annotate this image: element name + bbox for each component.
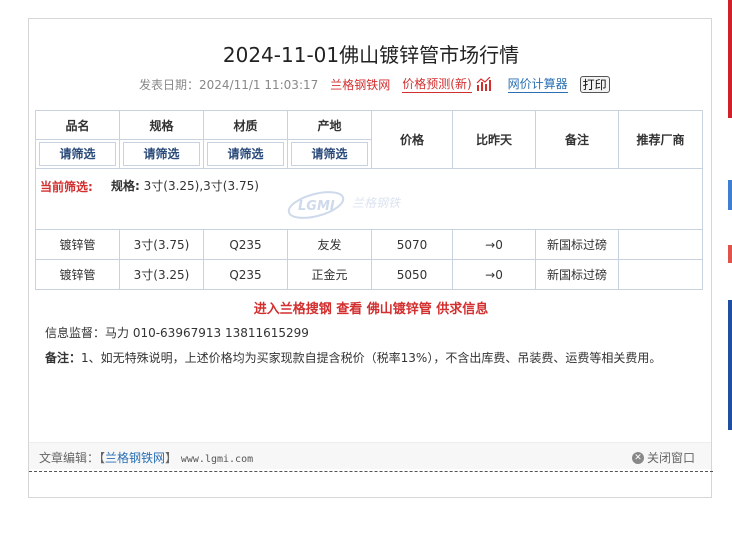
filter-cell-name: 请筛选 bbox=[35, 139, 120, 169]
table-row: 镀锌管 3寸(3.25) Q235 正金元 5050 →0 新国标过磅 bbox=[35, 259, 703, 290]
edge-banner-blue bbox=[728, 180, 732, 210]
editor-label: 文章编辑：【 bbox=[39, 451, 106, 465]
header-origin: 产地 bbox=[287, 110, 372, 140]
close-icon: ✕ bbox=[631, 451, 644, 464]
filter-name-button[interactable]: 请筛选 bbox=[39, 142, 116, 166]
note: 备注：1、如无特殊说明，上述价格均为买家现款自提含税价（税率13%），不含出库费… bbox=[45, 349, 661, 366]
publish-date: 2024/11/1 11:03:17 bbox=[199, 77, 319, 92]
header-remark: 备注 bbox=[535, 110, 619, 169]
article-panel: 2024-11-01佛山镀锌管市场行情 发表日期：2024/11/1 11:03… bbox=[28, 18, 713, 498]
header-name: 品名 bbox=[35, 110, 120, 140]
cell-material: Q235 bbox=[203, 259, 288, 290]
contact-info: 信息监督：马力 010-63967913 13811615299 bbox=[45, 326, 309, 340]
cell-change: →0 bbox=[452, 229, 536, 260]
filter-origin-button[interactable]: 请筛选 bbox=[291, 142, 368, 166]
filter-cell-material: 请筛选 bbox=[203, 139, 288, 169]
price-calculator-link[interactable]: 网价计算器 bbox=[507, 75, 568, 93]
publish-label-text: 发表日期： bbox=[139, 77, 200, 92]
editor-link[interactable]: 兰格钢铁网 bbox=[105, 451, 165, 465]
svg-text:LGMI: LGMI bbox=[298, 199, 335, 214]
trend-chart-icon[interactable] bbox=[476, 77, 494, 91]
editor-close: 】 bbox=[165, 451, 178, 465]
current-filter-cell: 当前筛选: 规格: 3寸(3.25),3寸(3.75) LGMI 兰格钢铁 bbox=[35, 168, 703, 230]
filter-cell-spec: 请筛选 bbox=[119, 139, 204, 169]
close-window-button[interactable]: ✕ 关闭窗口 bbox=[631, 449, 695, 466]
edge-banner-navy bbox=[728, 300, 732, 430]
cell-material: Q235 bbox=[203, 229, 288, 260]
close-window-label: 关闭窗口 bbox=[646, 451, 695, 465]
print-button[interactable]: 打印 bbox=[579, 75, 610, 93]
cell-origin: 正金元 bbox=[287, 259, 372, 290]
page-title: 2024-11-01佛山镀锌管市场行情 bbox=[222, 43, 520, 67]
header-change: 比昨天 bbox=[452, 110, 536, 169]
meta-line: 发表日期：2024/11/1 11:03:17 兰格钢铁网 价格预测(新) 网价… bbox=[139, 75, 610, 93]
filter-spec-button[interactable]: 请筛选 bbox=[123, 142, 200, 166]
cell-remark: 新国标过磅 bbox=[535, 229, 619, 260]
site-url: www.lgmi.com bbox=[180, 454, 254, 465]
publish-label: 发表日期：2024/11/1 11:03:17 bbox=[139, 76, 318, 93]
cell-origin: 友发 bbox=[287, 229, 372, 260]
dashed-divider bbox=[29, 471, 713, 472]
source-link[interactable]: 兰格钢铁网 bbox=[330, 76, 390, 93]
supply-demand-link[interactable]: 进入兰格搜钢 查看 佛山镀锌管 供求信息 bbox=[29, 298, 713, 317]
note-text: 1、如无特殊说明，上述价格均为买家现款自提含税价（税率13%），不含出库费、吊装… bbox=[81, 351, 662, 365]
note-label: 备注： bbox=[45, 351, 82, 365]
footer-bar: 文章编辑：【兰格钢铁网】 www.lgmi.com ✕ 关闭窗口 bbox=[29, 442, 711, 469]
current-filter-key: 规格: bbox=[111, 179, 140, 193]
cell-name: 镀锌管 bbox=[35, 259, 120, 290]
header-price: 价格 bbox=[371, 110, 453, 169]
edge-banner-red bbox=[728, 0, 732, 118]
cell-spec: 3寸(3.25) bbox=[119, 259, 204, 290]
filter-material-button[interactable]: 请筛选 bbox=[207, 142, 284, 166]
cell-price[interactable]: 5070 bbox=[371, 229, 453, 260]
svg-text:兰格钢铁: 兰格钢铁 bbox=[352, 196, 402, 210]
cell-vendor bbox=[618, 229, 703, 260]
filter-cell-origin: 请筛选 bbox=[287, 139, 372, 169]
current-filter-label: 当前筛选: bbox=[40, 180, 93, 194]
price-forecast-link[interactable]: 价格预测(新) bbox=[402, 75, 472, 93]
cell-name: 镀锌管 bbox=[35, 229, 120, 260]
lgmi-watermark-logo: LGMI 兰格钢铁 bbox=[287, 191, 402, 219]
cell-remark: 新国标过磅 bbox=[535, 259, 619, 290]
cell-price[interactable]: 5050 bbox=[371, 259, 453, 290]
edge-banner-red-small bbox=[728, 245, 732, 263]
cell-vendor bbox=[618, 259, 703, 290]
price-table: 品名 规格 材质 产地 价格 比昨天 备注 推荐厂商 请筛选 请筛选 请筛选 请… bbox=[35, 110, 703, 290]
editor-info: 文章编辑：【兰格钢铁网】 www.lgmi.com bbox=[39, 449, 253, 466]
header-material: 材质 bbox=[203, 110, 288, 140]
cell-change: →0 bbox=[452, 259, 536, 290]
table-row: 镀锌管 3寸(3.75) Q235 友发 5070 →0 新国标过磅 bbox=[35, 229, 703, 260]
cell-spec: 3寸(3.75) bbox=[119, 229, 204, 260]
header-spec: 规格 bbox=[119, 110, 204, 140]
right-edge-strip bbox=[725, 0, 732, 534]
current-filter-value: 规格: 3寸(3.25),3寸(3.75) bbox=[111, 177, 259, 194]
header-vendor: 推荐厂商 bbox=[618, 110, 703, 169]
current-filter-text: 3寸(3.25),3寸(3.75) bbox=[143, 179, 259, 193]
